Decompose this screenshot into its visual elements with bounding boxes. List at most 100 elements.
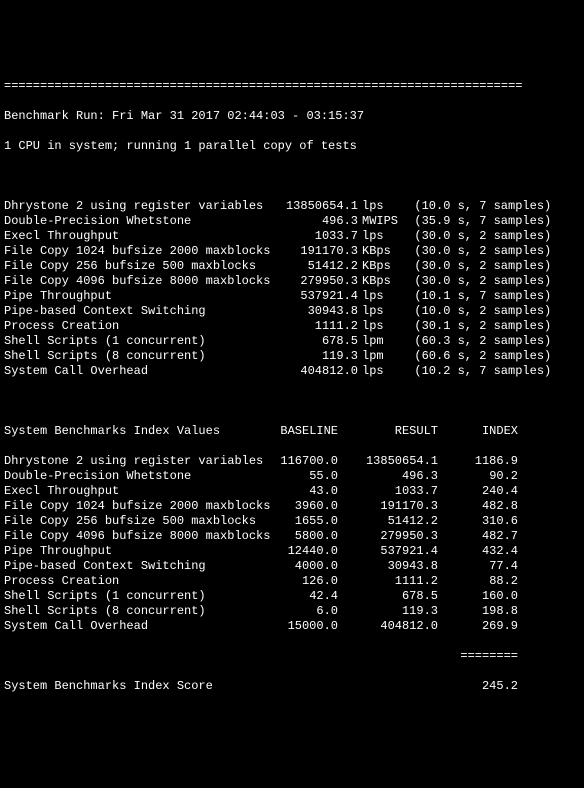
test-name: Dhrystone 2 using register variables [4,199,268,214]
test-name: Pipe-based Context Switching [4,304,268,319]
test-samples: 2 samples) [479,349,551,364]
test-time: (30.0 s, [402,274,472,289]
test-name: File Copy 4096 bufsize 8000 maxblocks [4,274,268,289]
test-unit: KBps [358,259,402,274]
test-unit: MWIPS [358,214,402,229]
index-result: 51412.2 [338,514,438,529]
index-value: 90.2 [438,469,518,484]
index-name: Execl Throughput [4,484,268,499]
blank-line [4,394,584,409]
index-baseline: 43.0 [268,484,338,499]
test-unit: lps [358,304,402,319]
index-name: File Copy 4096 bufsize 8000 maxblocks [4,529,268,544]
test-time: (30.0 s, [402,229,472,244]
col-baseline: BASELINE [268,424,338,439]
test-row: File Copy 256 bufsize 500 maxblocks51412… [4,259,584,274]
test-samples: 2 samples) [479,274,551,289]
test-time: (10.0 s, [402,199,472,214]
test-samples: 2 samples) [479,334,551,349]
test-samples: 7 samples) [479,364,551,379]
score-label: System Benchmarks Index Score [4,679,438,694]
test-samples: 2 samples) [479,244,551,259]
test-unit: lpm [358,334,402,349]
test-time: (10.0 s, [402,304,472,319]
index-row: Double-Precision Whetstone55.0496.390.2 [4,469,584,484]
index-row: Dhrystone 2 using register variables1167… [4,454,584,469]
test-name: Execl Throughput [4,229,268,244]
test-time: (10.2 s, [402,364,472,379]
index-result: 279950.3 [338,529,438,544]
test-value: 678.5 [268,334,358,349]
index-name: System Call Overhead [4,619,268,634]
index-value: 77.4 [438,559,518,574]
test-unit: lps [358,229,402,244]
cpu-info-line: 1 CPU in system; running 1 parallel copy… [4,139,584,154]
test-unit: KBps [358,274,402,289]
test-row: Shell Scripts (8 concurrent)119.3lpm(60.… [4,349,584,364]
test-name: System Call Overhead [4,364,268,379]
test-row: Shell Scripts (1 concurrent)678.5lpm(60.… [4,334,584,349]
test-samples: 2 samples) [479,304,551,319]
index-baseline: 116700.0 [268,454,338,469]
index-value: 88.2 [438,574,518,589]
test-value: 404812.0 [268,364,358,379]
index-baseline: 15000.0 [268,619,338,634]
test-unit: KBps [358,244,402,259]
test-row: Execl Throughput1033.7lps(30.0 s, 2 samp… [4,229,584,244]
index-result: 30943.8 [338,559,438,574]
test-row: Process Creation1111.2lps(30.1 s, 2 samp… [4,319,584,334]
test-value: 13850654.1 [268,199,358,214]
test-unit: lps [358,319,402,334]
index-baseline: 42.4 [268,589,338,604]
test-unit: lps [358,364,402,379]
test-samples: 7 samples) [479,214,551,229]
test-time: (60.6 s, [402,349,472,364]
test-samples: 7 samples) [479,199,551,214]
index-value: 160.0 [438,589,518,604]
test-value: 119.3 [268,349,358,364]
index-name: Double-Precision Whetstone [4,469,268,484]
index-row: Process Creation126.01111.288.2 [4,574,584,589]
index-baseline: 6.0 [268,604,338,619]
test-samples: 7 samples) [479,289,551,304]
index-name: Dhrystone 2 using register variables [4,454,268,469]
test-row: System Call Overhead404812.0lps(10.2 s, … [4,364,584,379]
test-row: Pipe-based Context Switching30943.8lps(1… [4,304,584,319]
index-value: 198.8 [438,604,518,619]
index-row: File Copy 1024 bufsize 2000 maxblocks396… [4,499,584,514]
test-row: Double-Precision Whetstone496.3MWIPS(35.… [4,214,584,229]
index-baseline: 3960.0 [268,499,338,514]
dash-marks: ======== [438,649,518,664]
index-row: Execl Throughput43.01033.7240.4 [4,484,584,499]
index-baseline: 12440.0 [268,544,338,559]
index-name: Shell Scripts (8 concurrent) [4,604,268,619]
index-header-title: System Benchmarks Index Values [4,424,268,439]
blank-line [4,169,584,184]
index-name: File Copy 1024 bufsize 2000 maxblocks [4,499,268,514]
index-header-row: System Benchmarks Index ValuesBASELINERE… [4,424,584,439]
index-result: 1111.2 [338,574,438,589]
test-value: 1033.7 [268,229,358,244]
test-row: Pipe Throughput537921.4lps(10.1 s, 7 sam… [4,289,584,304]
index-value: 1186.9 [438,454,518,469]
index-value: 482.8 [438,499,518,514]
dash-row: ======== [4,649,584,664]
separator-line: ========================================… [4,79,584,94]
test-value: 1111.2 [268,319,358,334]
index-name: Shell Scripts (1 concurrent) [4,589,268,604]
index-result: 1033.7 [338,484,438,499]
score-value: 245.2 [438,679,518,694]
index-value: 310.6 [438,514,518,529]
index-value: 240.4 [438,484,518,499]
test-value: 279950.3 [268,274,358,289]
col-index: INDEX [438,424,518,439]
index-value: 269.9 [438,619,518,634]
test-value: 30943.8 [268,304,358,319]
col-result: RESULT [338,424,438,439]
index-result: 404812.0 [338,619,438,634]
index-value: 482.7 [438,529,518,544]
index-row: File Copy 256 bufsize 500 maxblocks1655.… [4,514,584,529]
index-row: Shell Scripts (8 concurrent)6.0119.3198.… [4,604,584,619]
index-name: Process Creation [4,574,268,589]
index-row: Pipe-based Context Switching4000.030943.… [4,559,584,574]
